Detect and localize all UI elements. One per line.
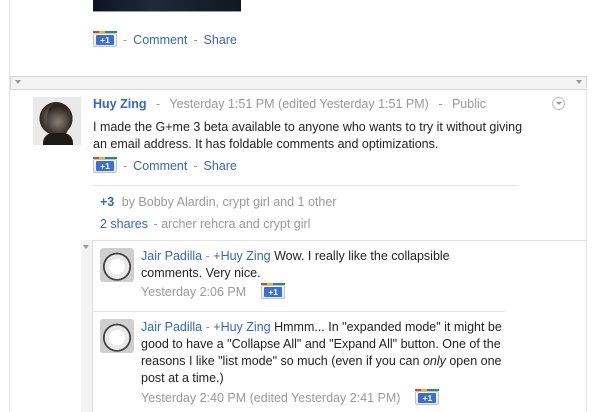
shares-by-text: - archer rehcra and crypt girl: [153, 217, 311, 231]
post-author-link[interactable]: Huy Zing: [93, 97, 146, 111]
post-visibility[interactable]: Public: [452, 97, 486, 111]
comment-avatar[interactable]: [100, 248, 134, 282]
fold-left-arrow-icon: [15, 80, 21, 84]
comment-author-link[interactable]: Jair Padilla: [141, 320, 202, 334]
comment-mention-link[interactable]: +Huy Zing: [213, 249, 270, 263]
comment-divider: [93, 311, 505, 312]
comment-text: Jair Padilla - +Huy Zing Hmmm... In "exp…: [141, 320, 502, 385]
comment-mention-link[interactable]: +Huy Zing: [213, 320, 270, 334]
post-header: Huy Zing - Yesterday 1:51 PM (edited Yes…: [93, 97, 487, 111]
plus-one-button[interactable]: +1: [93, 157, 117, 173]
post-body: I made the G+me 3 beta available to anyo…: [93, 120, 523, 151]
post-edited-note: (edited Yesterday 1:51 PM): [278, 97, 429, 111]
post-actions: +1 - Comment - Share: [93, 157, 237, 173]
author-avatar[interactable]: [33, 97, 81, 145]
previous-post-actions: +1 - Comment - Share: [93, 31, 237, 47]
comment-meta: Yesterday 2:06 PM +1: [141, 283, 286, 299]
post-fold-bar[interactable]: [10, 76, 587, 90]
comment-meta: Yesterday 2:40 PM (edited Yesterday 2:41…: [141, 389, 440, 405]
comment-timestamp[interactable]: Yesterday 2:40 PM (edited Yesterday 2:41…: [141, 391, 400, 405]
comment-author-link[interactable]: Jair Padilla: [141, 249, 202, 263]
comment-timestamp[interactable]: Yesterday 2:06 PM: [141, 285, 246, 299]
comments-top-border: [92, 240, 586, 241]
comment-avatar[interactable]: [100, 319, 134, 353]
comment-link[interactable]: Comment: [133, 159, 187, 173]
plus-ones-summary: +3 by Bobby Alardin, crypt girl and 1 ot…: [100, 195, 336, 209]
comments-fold-bar[interactable]: [81, 240, 93, 412]
plus-count-link[interactable]: +3: [100, 195, 114, 209]
shares-summary: 2 shares - archer rehcra and crypt girl: [100, 217, 310, 231]
comment-link[interactable]: Comment: [133, 33, 187, 47]
comments-fold-arrow-icon: [83, 245, 89, 249]
stream-left-border: [9, 0, 10, 412]
share-link[interactable]: Share: [204, 33, 237, 47]
post-timestamp[interactable]: Yesterday 1:51 PM: [169, 97, 274, 111]
divider: [93, 185, 519, 186]
plus-by-text: by Bobby Alardin, crypt girl and 1 other: [121, 195, 337, 209]
plus-one-button[interactable]: +1: [415, 389, 440, 405]
share-link[interactable]: Share: [204, 159, 237, 173]
comment-text: Jair Padilla - +Huy Zing Wow. I really l…: [141, 249, 450, 280]
post-menu-chevron-down-icon[interactable]: [552, 97, 565, 110]
fold-right-arrow-icon: [576, 80, 582, 84]
plus-one-button[interactable]: +1: [261, 283, 286, 299]
plus-one-button[interactable]: +1: [93, 31, 117, 47]
previous-post-image: [93, 0, 241, 12]
shares-count-link[interactable]: 2 shares: [100, 217, 148, 231]
